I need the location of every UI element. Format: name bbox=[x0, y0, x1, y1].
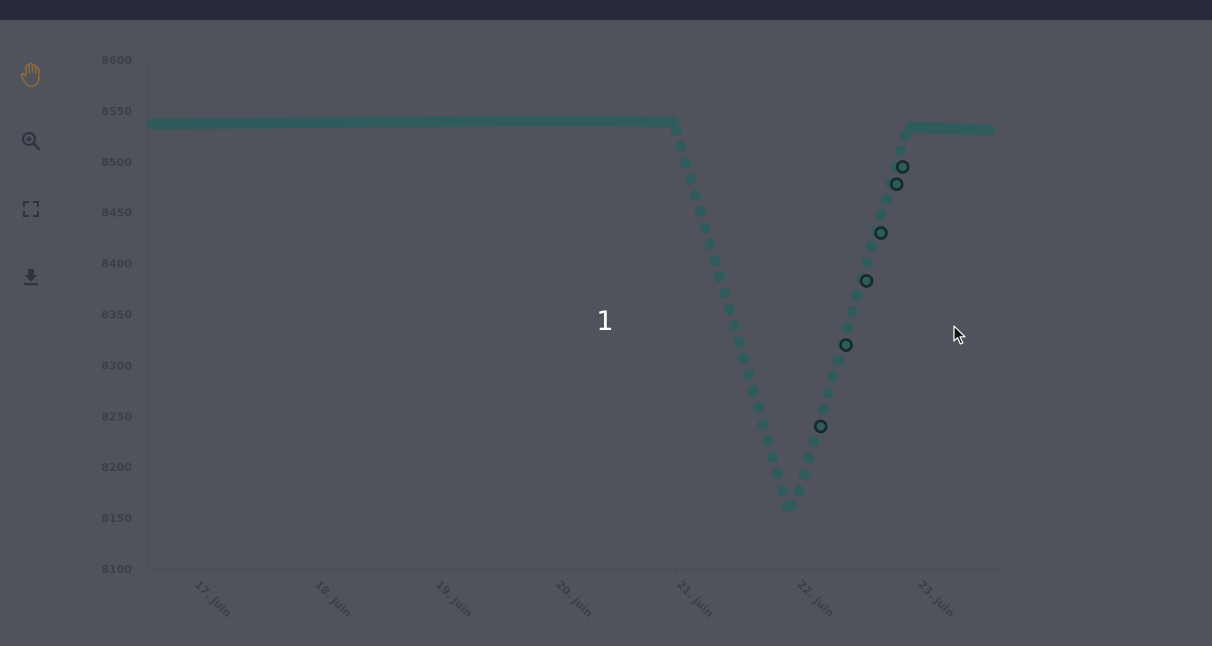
data-point bbox=[699, 222, 711, 234]
plateau-segment bbox=[146, 115, 680, 130]
data-point bbox=[776, 485, 788, 497]
data-point bbox=[675, 141, 687, 153]
data-point bbox=[822, 387, 834, 399]
data-point bbox=[832, 354, 844, 366]
data-point bbox=[880, 193, 892, 205]
y-tick-label: 8550 bbox=[101, 105, 132, 118]
y-tick-label: 8500 bbox=[101, 156, 132, 169]
data-point bbox=[723, 303, 735, 315]
y-tick-label: 8450 bbox=[101, 207, 132, 220]
mouse-cursor-icon bbox=[953, 325, 966, 345]
data-point bbox=[733, 336, 745, 348]
data-point bbox=[689, 189, 701, 201]
overlay-number: 1 bbox=[596, 306, 614, 337]
data-point bbox=[762, 435, 774, 447]
data-point bbox=[875, 209, 887, 221]
y-tick-label: 8300 bbox=[101, 359, 132, 372]
highlighted-point bbox=[839, 338, 853, 352]
data-point bbox=[827, 371, 839, 383]
data-point bbox=[670, 124, 682, 136]
chart-axes: 8100 8150 8200 8250 8300 8350 8400 8450 8500 8550… bbox=[101, 54, 1004, 620]
plateau-segment bbox=[910, 121, 996, 136]
data-point bbox=[728, 320, 740, 332]
data-point bbox=[861, 257, 873, 269]
data-point bbox=[865, 240, 877, 252]
x-tick-label: 23. juin bbox=[915, 578, 957, 620]
data-point bbox=[680, 157, 692, 169]
y-tick-label: 8600 bbox=[101, 54, 132, 67]
highlighted-point bbox=[813, 419, 828, 434]
data-point bbox=[757, 418, 769, 430]
highlighted-point bbox=[889, 177, 904, 191]
data-point bbox=[767, 451, 779, 463]
data-point bbox=[798, 468, 810, 480]
data-point bbox=[904, 121, 916, 133]
highlighted-point bbox=[874, 226, 888, 240]
data-point bbox=[894, 145, 906, 157]
y-tick-label: 8250 bbox=[101, 410, 132, 423]
y-tick-label: 8350 bbox=[101, 309, 132, 322]
data-point bbox=[747, 385, 759, 397]
data-point bbox=[718, 287, 730, 299]
data-point bbox=[704, 238, 716, 250]
data-point bbox=[771, 467, 783, 479]
data-point bbox=[742, 369, 754, 381]
data-point bbox=[803, 452, 815, 464]
data-point bbox=[851, 289, 863, 301]
x-tick-label: 20. juin bbox=[553, 578, 595, 620]
y-tick-label: 8200 bbox=[101, 461, 132, 474]
data-point bbox=[694, 206, 706, 218]
y-tick-label: 8150 bbox=[101, 512, 132, 525]
data-point bbox=[793, 485, 805, 497]
data-point bbox=[808, 436, 820, 448]
series-layer bbox=[146, 115, 996, 512]
data-point bbox=[685, 173, 697, 185]
highlighted-point bbox=[895, 160, 910, 174]
data-point bbox=[752, 401, 764, 413]
y-tick-label: 8400 bbox=[101, 258, 132, 271]
data-point bbox=[817, 403, 829, 415]
data-point bbox=[786, 500, 798, 512]
data-point bbox=[713, 271, 725, 283]
y-tick-label: 8100 bbox=[101, 563, 132, 576]
x-tick-label: 17. juin bbox=[192, 578, 234, 620]
x-tick-label: 19. juin bbox=[433, 578, 475, 620]
data-point bbox=[841, 322, 853, 334]
data-point bbox=[709, 255, 721, 267]
data-point bbox=[846, 305, 858, 317]
x-tick-label: 18. juin bbox=[312, 578, 354, 620]
x-tick-label: 22. juin bbox=[795, 578, 837, 620]
x-tick-label: 21. juin bbox=[674, 578, 716, 620]
highlighted-point bbox=[859, 274, 874, 288]
data-point bbox=[738, 352, 750, 364]
